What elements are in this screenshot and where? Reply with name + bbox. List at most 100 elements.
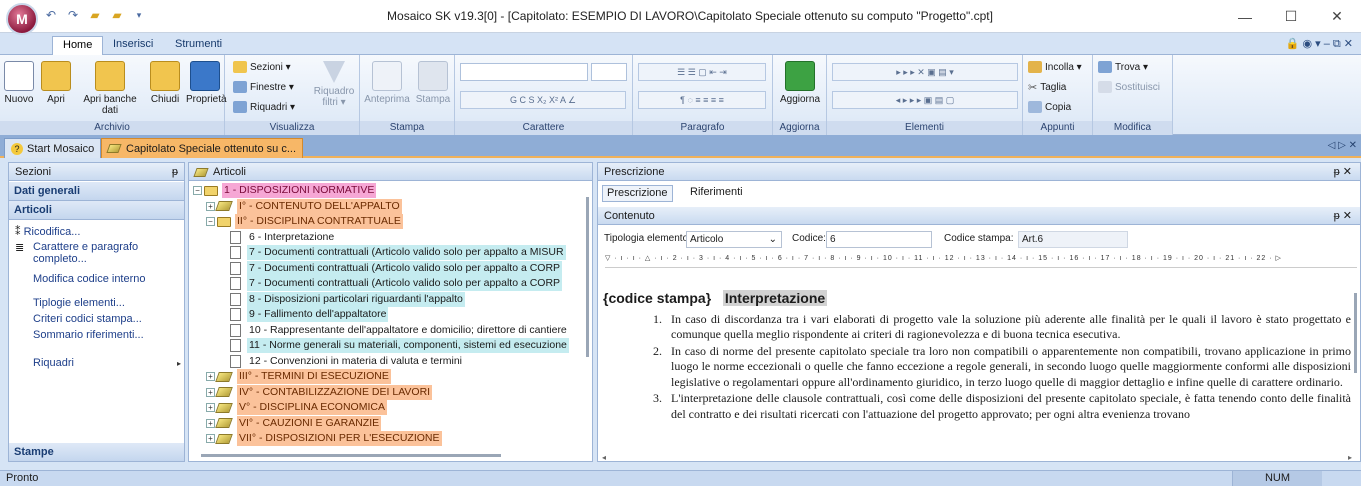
ricodifica-link[interactable]: ⁑ Ricodifica...: [15, 225, 80, 238]
rich-text-editor[interactable]: {codice stampa} Interpretazione 1. In cas…: [603, 285, 1351, 445]
tree-row[interactable]: − 1 - DISPOSIZIONI NORMATIVE: [193, 183, 377, 198]
tree-row[interactable]: 7 - Documenti contrattuali (Articolo val…: [219, 260, 563, 276]
tree-hscrollbar[interactable]: [201, 454, 501, 457]
stampa-button[interactable]: Stampa: [414, 61, 452, 105]
redo-icon[interactable]: ↷: [64, 6, 82, 24]
element-buttons-row2[interactable]: ◂ ▸ ▸ ▸ ▣ ▤ ▢: [832, 91, 1018, 109]
tree-row[interactable]: − II° - DISCIPLINA CONTRATTUALE: [206, 214, 403, 229]
font-size-dropdown[interactable]: [591, 63, 627, 81]
numbered-paragraph: 2. In caso di norme del presente capitola…: [603, 344, 1351, 391]
modifica-codice-link[interactable]: Modifica codice interno: [33, 273, 146, 285]
riquadri-button[interactable]: Riquadri ▾: [233, 101, 295, 113]
tree-row[interactable]: 10 - Rappresentante dell'appaltatore e d…: [219, 323, 569, 338]
doc-tabs-nav[interactable]: ◁ ▷ ✕: [1328, 140, 1357, 151]
pin-close-icons[interactable]: ᵽ ✕: [1334, 163, 1352, 181]
tab-riferimenti[interactable]: Riferimenti: [686, 185, 747, 202]
expand-icon[interactable]: +: [206, 372, 215, 381]
tree-row[interactable]: + I° - CONTENUTO DELL'APPALTO: [206, 198, 402, 214]
riquadri-link[interactable]: Riquadri: [33, 357, 74, 369]
refresh-icon: [785, 61, 815, 91]
tab-inserisci[interactable]: Inserisci: [103, 36, 163, 55]
tab-capitolato[interactable]: Capitolato Speciale ottenuto su c...: [101, 138, 303, 158]
font-format-buttons[interactable]: G C S X₂ X² A ∠: [460, 91, 626, 109]
apri-button[interactable]: Apri: [39, 61, 73, 105]
scroll-right-icon[interactable]: ▸: [1348, 453, 1352, 462]
carattere-paragrafo-link[interactable]: ≣ Carattere e paragrafo completo...: [15, 241, 175, 265]
close-button[interactable]: ✕: [1314, 0, 1360, 33]
tiplogie-link[interactable]: Tiplogie elementi...: [33, 297, 125, 309]
tree-row[interactable]: + VII° - DISPOSIZIONI PER L'ESECUZIONE: [206, 431, 442, 446]
tree-row[interactable]: 9 - Fallimento dell'appaltatore: [219, 307, 389, 322]
expand-icon[interactable]: +: [206, 418, 215, 428]
proprieta-button[interactable]: Proprietà: [186, 61, 227, 105]
criteri-codici-link[interactable]: Criteri codici stampa...: [33, 313, 142, 325]
trova-button[interactable]: Trova ▾: [1098, 61, 1148, 73]
ruler[interactable]: ▽ · ı · ı · △ · ı · 2 · ı · 3 · ı · 4 · …: [605, 254, 1357, 268]
codice-input[interactable]: 6: [826, 231, 932, 248]
expand-icon[interactable]: +: [206, 201, 215, 211]
tree-row[interactable]: 8 - Disposizioni particolari riguardanti…: [219, 291, 465, 307]
maximize-button[interactable]: ☐: [1268, 0, 1314, 33]
align-buttons[interactable]: ¶ ◌ ≡ ≡ ≡ ≡: [638, 91, 766, 109]
archivio-caption: Archivio: [0, 121, 224, 135]
apri-banche-button[interactable]: Apri banche dati: [76, 61, 144, 116]
scroll-left-icon[interactable]: ◂: [602, 453, 606, 462]
collapse-icon[interactable]: −: [193, 186, 202, 195]
expand-icon[interactable]: +: [206, 434, 215, 443]
section-stampe[interactable]: Stampe: [9, 443, 184, 462]
window-title: Mosaico SK v19.3[0] - [Capitolato: ESEMP…: [387, 9, 993, 23]
tree-row[interactable]: 11 - Norme generali su materiali, compon…: [219, 338, 569, 353]
tree-row[interactable]: 7 - Documenti contrattuali (Articolo val…: [219, 245, 566, 260]
expand-icon[interactable]: +: [206, 403, 215, 412]
collapse-icon[interactable]: −: [206, 217, 215, 226]
aggiorna-button[interactable]: Aggiorna: [775, 61, 825, 105]
tab-strumenti[interactable]: Strumenti: [165, 36, 232, 55]
pin-icon[interactable]: ᵽ: [172, 163, 178, 181]
tree-row[interactable]: 6 - Interpretazione: [219, 230, 336, 245]
element-buttons-row1[interactable]: ▸ ▸ ▸ ✕ ▣ ▤ ▾: [832, 63, 1018, 81]
codice-stampa-input[interactable]: Art.6: [1018, 231, 1128, 248]
editor-scrollbar[interactable]: [1354, 293, 1357, 373]
taglia-label: Taglia: [1040, 81, 1067, 93]
open-folder-icon[interactable]: ▰: [86, 6, 104, 24]
sezioni-button[interactable]: Sezioni ▾: [233, 61, 291, 73]
nuovo-button[interactable]: Nuovo: [3, 61, 35, 105]
copia-button[interactable]: Copia: [1028, 101, 1071, 113]
tipologia-select[interactable]: Articolo ⌄: [686, 231, 782, 248]
sommario-link[interactable]: Sommario riferimenti...: [33, 329, 144, 341]
app-menu-button[interactable]: M: [6, 3, 38, 35]
contenuto-pin-icons[interactable]: ᵽ ✕: [1334, 207, 1352, 225]
sostituisci-button[interactable]: Sostituisci: [1098, 81, 1160, 93]
riquadro-filtri-button[interactable]: Riquadro filtri ▾: [310, 61, 358, 108]
chiudi-button[interactable]: Chiudi: [146, 61, 184, 105]
tab-start-mosaico[interactable]: ? Start Mosaico: [4, 138, 102, 158]
title-bar: ↶ ↷ ▰ ▰ ▾ Mosaico SK v19.3[0] - [Capitol…: [0, 0, 1361, 33]
tree-row-label: 6 - Interpretazione: [249, 230, 335, 243]
num-lock-indicator: NUM: [1232, 471, 1322, 486]
help-icons[interactable]: 🔒 ◉ ▾ – ⧉ ✕: [1286, 37, 1353, 51]
tree-scrollbar[interactable]: [586, 197, 589, 357]
tree-row[interactable]: 7 - Documenti contrattuali (Articolo val…: [219, 276, 563, 291]
tab-prescrizione[interactable]: Prescrizione: [602, 185, 673, 202]
expand-icon[interactable]: +: [206, 387, 215, 397]
section-dati-generali[interactable]: Dati generali: [9, 182, 184, 201]
appunti-caption: Appunti: [1023, 121, 1092, 135]
tab-home[interactable]: Home: [52, 36, 104, 55]
tree-row[interactable]: 12 - Convenzioni in materia di valuta e …: [219, 354, 464, 369]
tree-row[interactable]: + IV° - CONTABILIZZAZIONE DEI LAVORI: [206, 384, 433, 400]
open-db-icon[interactable]: ▰: [108, 6, 126, 24]
font-name-dropdown[interactable]: [460, 63, 588, 81]
customize-qat-icon[interactable]: ▾: [130, 6, 148, 24]
tree-row-label: 12 - Convenzioni in materia di valuta e …: [249, 354, 463, 367]
list-buttons[interactable]: ☰ ☰ ▢ ⇤ ⇥: [638, 63, 766, 81]
section-articoli[interactable]: Articoli: [9, 201, 184, 220]
undo-icon[interactable]: ↶: [42, 6, 60, 24]
taglia-button[interactable]: ✂ Taglia: [1028, 81, 1067, 95]
anteprima-button[interactable]: Anteprima: [362, 61, 412, 105]
incolla-button[interactable]: Incolla ▾: [1028, 61, 1082, 73]
finestre-button[interactable]: Finestre ▾: [233, 81, 294, 93]
tree-row[interactable]: + III° - TERMINI DI ESECUZIONE: [206, 369, 391, 384]
tree-row[interactable]: + V° - DISCIPLINA ECONOMICA: [206, 400, 387, 415]
minimize-button[interactable]: —: [1222, 0, 1268, 33]
tree-row[interactable]: + VI° - CAUZIONI E GARANZIE: [206, 415, 382, 431]
